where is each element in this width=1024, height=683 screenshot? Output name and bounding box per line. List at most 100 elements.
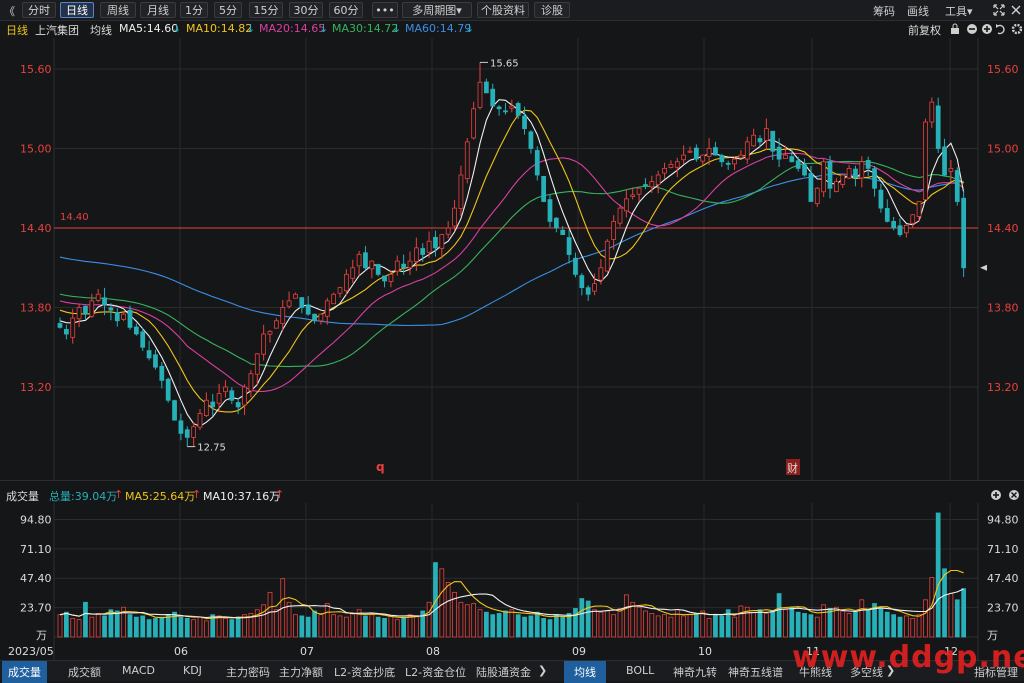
candle [923, 118, 928, 201]
indicator-tab[interactable]: L2-资金仓位 [405, 664, 466, 680]
overlay-tab[interactable]: 神奇五线谱 [728, 664, 783, 680]
volume-bar [133, 616, 139, 638]
indicator-tab[interactable]: MACD [122, 664, 155, 677]
settings-icon[interactable] [1011, 23, 1022, 35]
watermark: www.ddgp.net [792, 640, 1024, 675]
volume-bar [560, 616, 566, 638]
volume-bar [363, 615, 368, 638]
dividend-marker-icon[interactable]: q [376, 460, 385, 474]
close-icon[interactable] [1009, 490, 1019, 500]
price-chart[interactable]: 15.60 15.60 15.00 15.00 14.40 14.40 13.80 13.80… [0, 38, 1024, 480]
volume-bar [267, 591, 273, 638]
ma30-value: MA30:14.72 [332, 22, 399, 35]
volume-bar [515, 614, 521, 638]
period-tab[interactable]: 5分 [214, 2, 242, 18]
volume-bar [439, 568, 445, 638]
volume-bar [783, 609, 788, 638]
zoom-out-icon[interactable] [967, 24, 977, 34]
candle [172, 399, 177, 421]
volume-tick-right: 47.40 [987, 572, 1019, 585]
candle [165, 377, 171, 403]
candle [604, 239, 610, 273]
period-tab[interactable]: 1分 [180, 2, 208, 18]
period-tab[interactable]: 60分 [329, 2, 363, 18]
adjust-mode-button[interactable]: 前复权 [908, 22, 941, 38]
stock-name: 上汽集团 [35, 24, 79, 37]
zoom-in-icon[interactable] [991, 490, 1001, 500]
multi-period-button[interactable]: 多周期图▾ [402, 2, 472, 18]
candle [961, 190, 967, 277]
undo-icon[interactable] [996, 24, 1005, 35]
volume-bar [655, 615, 661, 638]
volume-bar [127, 614, 133, 638]
period-tab[interactable]: 日线 [60, 2, 94, 18]
period-tab[interactable]: 30分 [289, 2, 323, 18]
period-tab[interactable]: 周线 [100, 2, 136, 18]
more-periods-button[interactable]: ••• [372, 2, 398, 18]
close-icon[interactable] [1010, 4, 1022, 16]
volume-tick-right: 23.70 [987, 602, 1019, 615]
diagnose-button[interactable]: 诊股 [534, 2, 570, 18]
volume-ma5: MA5:25.64万 [125, 490, 196, 503]
volume-bar [70, 618, 76, 638]
volume-bar [541, 618, 547, 638]
indicator-tab[interactable]: 成交额 [68, 664, 101, 680]
expand-icon[interactable] [993, 4, 1005, 16]
date-axis-label: 2023/05 [8, 645, 54, 658]
volume-bar [751, 611, 757, 638]
zoom-in-icon[interactable] [982, 24, 992, 34]
volume-bar [503, 610, 508, 638]
indicator-tab[interactable]: 主力净额 [279, 664, 323, 680]
volume-bar [636, 606, 642, 638]
chip-button[interactable]: 筹码 [873, 3, 895, 19]
price-tick-right: 15.00 [987, 143, 1019, 156]
indicator-tab[interactable]: 陆股通资金 [476, 664, 531, 680]
volume-bar [763, 613, 769, 638]
indicator-tab[interactable]: 主力密码 [226, 664, 270, 680]
finance-marker-icon[interactable]: 财 [787, 461, 798, 475]
volume-bar [776, 593, 782, 638]
stock-profile-button[interactable]: 个股资料 [477, 2, 529, 18]
volume-bar [623, 594, 629, 638]
collapse-icon[interactable]: 《 [4, 3, 15, 19]
period-tab[interactable]: 15分 [249, 2, 283, 18]
lock-icon[interactable] [951, 23, 959, 34]
volume-bar [827, 608, 833, 638]
volume-bar [369, 614, 375, 638]
ma60-down-arrow-icon: ↓ [465, 22, 475, 35]
indicator-tab[interactable]: KDJ [183, 664, 202, 677]
draw-line-button[interactable]: 画线 [907, 3, 929, 19]
volume-bar [191, 619, 197, 638]
period-tab[interactable]: 月线 [140, 2, 176, 18]
scroll-right-icon[interactable]: ❯ [538, 664, 547, 677]
period-label: 日线 [6, 24, 28, 37]
volume-bar [713, 614, 718, 638]
volume-bar [305, 616, 311, 638]
volume-bar [216, 615, 222, 638]
pane-divider [0, 480, 1024, 481]
volume-bar [350, 613, 356, 638]
ma-settings-label[interactable]: 均线 [90, 22, 112, 38]
tools-menu-button[interactable]: 工具▾ [945, 3, 973, 19]
volume-bar [153, 618, 158, 638]
price-tick-right: 15.60 [987, 63, 1019, 76]
indicator-tab[interactable]: L2-资金抄底 [334, 664, 395, 680]
volume-bar [961, 588, 967, 638]
volume-tick-right: 94.80 [987, 513, 1019, 526]
volume-bar [477, 609, 483, 638]
volume-chart[interactable]: 94.80 94.80 71.10 71.10 47.40 47.40 23.70 23.70… [0, 503, 1024, 660]
price-tick-right: 13.80 [987, 302, 1019, 315]
period-tab[interactable]: 分时 [22, 2, 56, 18]
volume-bar [382, 618, 387, 638]
volume-bar [261, 604, 267, 638]
chart-controls [951, 23, 1022, 35]
candle [935, 97, 941, 154]
overlay-tab[interactable]: BOLL [626, 664, 654, 677]
volume-tick-left: 71.10 [20, 543, 52, 556]
price-tick-left: 15.00 [20, 143, 52, 156]
volume-tick-left: 23.70 [20, 602, 52, 615]
volume-bar [884, 611, 890, 638]
volume-bar [89, 616, 95, 638]
volume-bar [76, 619, 82, 638]
overlay-tab[interactable]: 神奇九转 [673, 664, 717, 680]
